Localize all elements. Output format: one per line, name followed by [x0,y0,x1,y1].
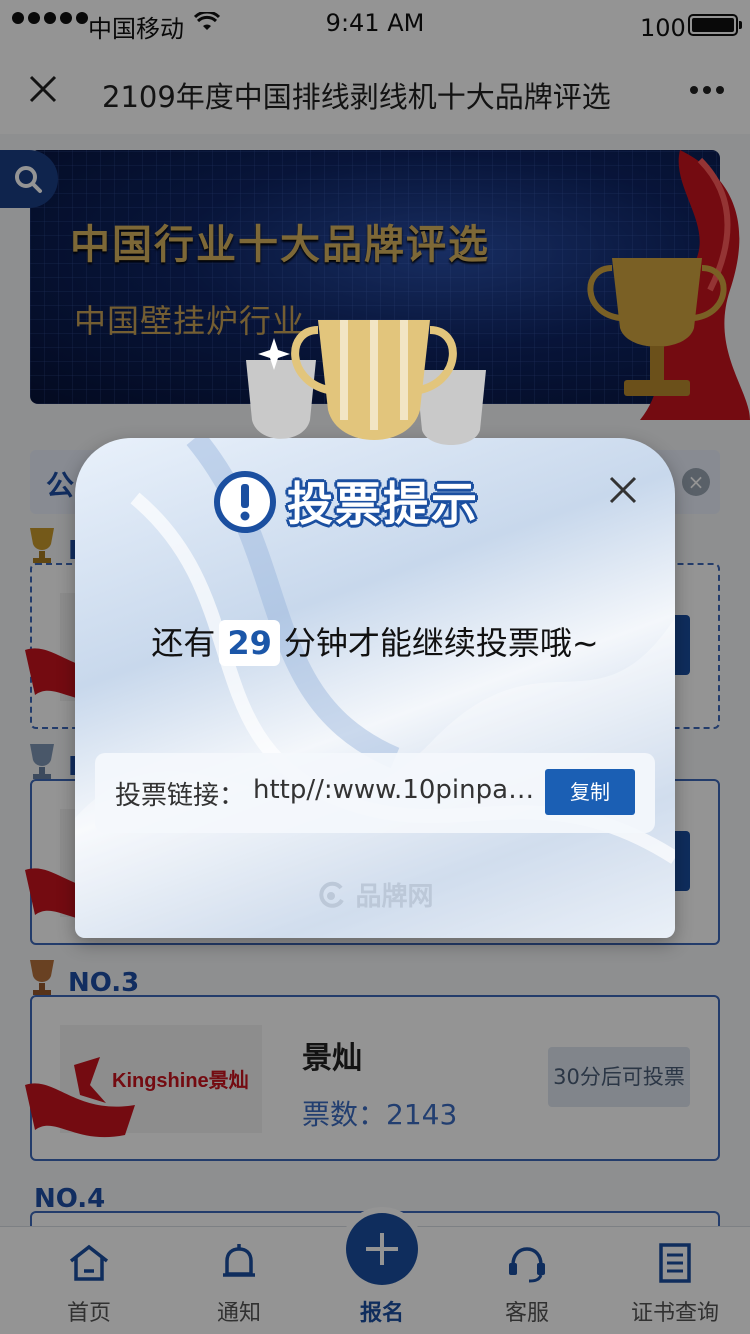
link-label: 投票链接： [115,781,246,811]
wait-message: 还有 29 分钟才能继续投票哦~ [75,618,675,666]
vote-tip-dialog: 投票提示 还有 29 分钟才能继续投票哦~ 投票链接： http//:www.10p… [75,438,675,938]
brand-watermark: 品牌网 [75,876,675,913]
minutes-remaining: 29 [219,620,280,666]
link-url[interactable]: http//:www.10pinpai.com [253,775,535,805]
message-suffix: 分钟才能继续投票哦~ [283,624,599,662]
copy-button[interactable]: 复制 [545,769,635,815]
brand-logo-icon [319,881,345,908]
brand-text: 品牌网 [355,882,434,912]
message-prefix: 还有 [151,624,216,662]
vote-link-box: 投票链接： http//:www.10pinpai.com 复制 [95,753,655,833]
trophies-decoration [246,320,486,445]
close-icon[interactable] [607,474,639,506]
